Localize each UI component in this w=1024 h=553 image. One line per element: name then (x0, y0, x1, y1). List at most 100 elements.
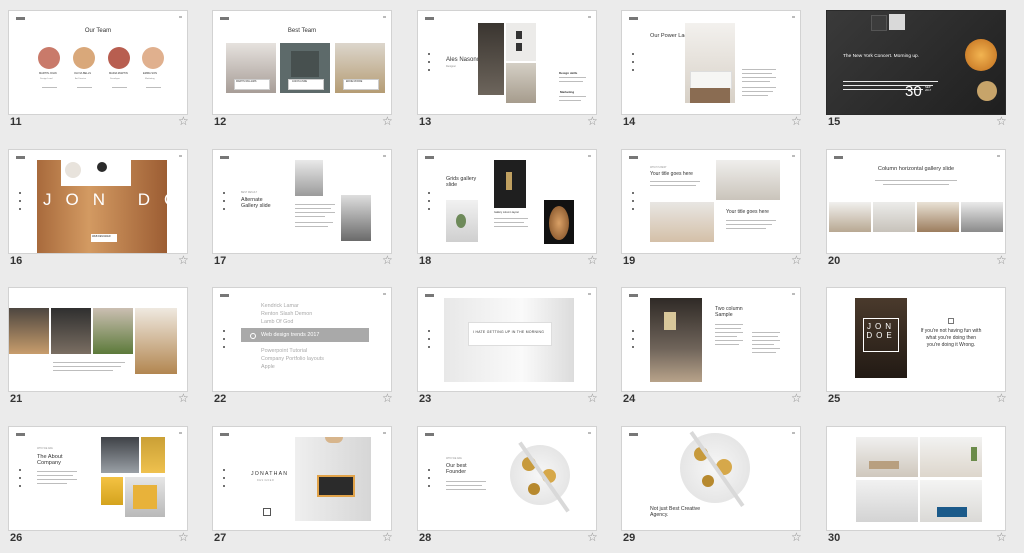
slide-23[interactable]: I HATE GETTING UP IN THE MORNING 23 ☆ (409, 277, 598, 405)
slide-kicker: WHAT IS BEST (650, 166, 667, 169)
slide-29[interactable]: Not just Best Creative Agency. 29 ☆ (613, 416, 802, 544)
caption: WEB DESIGNER (92, 235, 111, 238)
slide-title: Alternate Gallery slide (241, 197, 271, 210)
star-icon[interactable]: ☆ (178, 253, 189, 267)
label: Marketing (560, 90, 575, 94)
slide-21[interactable]: 21 ☆ (0, 277, 189, 405)
slide-12-thumbnail[interactable]: Best Team MARTIN WILLIAMS JASON LINDE ED… (212, 10, 392, 115)
caption: MARTIN WILLIAMS (236, 81, 257, 83)
slide-28[interactable]: WHO WE ARE Our best Founder 28 ☆ (409, 416, 598, 544)
slide-12[interactable]: Best Team MARTIN WILLIAMS JASON LINDE ED… (204, 0, 393, 128)
slide-13-thumbnail[interactable]: Ales Nasonov Designer Design skills Mark… (417, 10, 597, 115)
slide-24-thumbnail[interactable]: Two column Sample (621, 287, 801, 392)
slide-15[interactable]: The New York Concert. Morning up. 30 SEP… (818, 0, 1007, 128)
slide-30-thumbnail[interactable] (826, 426, 1006, 531)
slide-16-thumbnail[interactable]: JON DOE WEB DESIGNER (8, 149, 188, 254)
slide-26[interactable]: WHO WE ARE The About Company 26 ☆ (0, 416, 189, 544)
slide-number: 14 (623, 116, 636, 128)
slide-25-thumbnail[interactable]: JON DOE If you're not having fun with wh… (826, 287, 1006, 392)
slide-18[interactable]: Grids gallery slide Gallery column layou… (409, 139, 598, 267)
slide-26-thumbnail[interactable]: WHO WE ARE The About Company (8, 426, 188, 531)
label: Design skills (559, 71, 578, 75)
star-icon[interactable]: ☆ (791, 253, 802, 267)
slide-number: 15 (828, 116, 841, 128)
slide-11-thumbnail[interactable]: Our Team MARTIN JOHN OLIVIA BELLS MARIA … (8, 10, 188, 115)
slide-title: JON DOE (866, 322, 896, 341)
member-role: Marketing (145, 78, 155, 80)
slide-27-thumbnail[interactable]: JONATHAN DESIGNER (212, 426, 392, 531)
star-icon[interactable]: ☆ (996, 253, 1007, 267)
slide-number: 23 (419, 393, 432, 405)
star-icon[interactable]: ☆ (587, 530, 598, 544)
slide-number: 27 (214, 532, 227, 544)
member-role: Art Director (75, 78, 87, 80)
star-icon[interactable]: ☆ (996, 114, 1007, 128)
slide-subtitle: Designer (446, 65, 457, 68)
star-icon[interactable]: ☆ (791, 530, 802, 544)
star-icon[interactable]: ☆ (178, 530, 189, 544)
star-icon[interactable]: ☆ (178, 391, 189, 405)
quote: If you're not having fun with what you'r… (920, 328, 982, 348)
slide-number: 17 (214, 255, 227, 267)
slide-27[interactable]: JONATHAN DESIGNER 27 ☆ (204, 416, 393, 544)
slide-22-thumbnail[interactable]: Kendrick Lamar Renton Slash Demon Lamb O… (212, 287, 392, 392)
star-icon[interactable]: ☆ (791, 114, 802, 128)
slide-18-thumbnail[interactable]: Grids gallery slide Gallery column layou… (417, 149, 597, 254)
slide-number: 24 (623, 393, 636, 405)
slide-28-thumbnail[interactable]: WHO WE ARE Our best Founder (417, 426, 597, 531)
event-month: SEP 2017 (925, 85, 932, 93)
star-icon[interactable]: ☆ (996, 391, 1007, 405)
slide-19-thumbnail[interactable]: WHAT IS BEST Your title goes here Your t… (621, 149, 801, 254)
slide-11[interactable]: Our Team MARTIN JOHN OLIVIA BELLS MARIA … (0, 0, 189, 128)
slide-title: Column horizontal gallery slide (877, 166, 955, 172)
star-icon[interactable]: ☆ (587, 391, 598, 405)
slide-number: 25 (828, 393, 841, 405)
star-icon[interactable]: ☆ (587, 114, 598, 128)
slide-kicker: WHO WE ARE (37, 447, 53, 450)
slide-14-thumbnail[interactable]: Our Power Ladies (621, 10, 801, 115)
caption: JASON LINDE (292, 81, 308, 83)
slide-19[interactable]: WHAT IS BEST Your title goes here Your t… (613, 139, 802, 267)
slide-29-thumbnail[interactable]: Not just Best Creative Agency. (621, 426, 801, 531)
slide-30[interactable]: 30 ☆ (818, 416, 1007, 544)
star-icon[interactable]: ☆ (382, 114, 393, 128)
slide-title: The New York Concert. Morning up. (843, 54, 919, 59)
star-icon[interactable]: ☆ (587, 253, 598, 267)
star-icon[interactable]: ☆ (178, 114, 189, 128)
slide-number: 28 (419, 532, 432, 544)
quote: I HATE GETTING UP IN THE MORNING (473, 330, 545, 334)
slide-number: 29 (623, 532, 636, 544)
menu-item: Kendrick Lamar (261, 303, 299, 309)
event-day: 30 (905, 83, 922, 100)
slide-number: 20 (828, 255, 841, 267)
slide-16[interactable]: JON DOE WEB DESIGNER 16 ☆ (0, 139, 189, 267)
slide-title-2: Your title goes here (726, 209, 769, 215)
star-icon[interactable]: ☆ (382, 530, 393, 544)
slide-kicker: BEST RESULT (241, 191, 258, 194)
slide-15-thumbnail[interactable]: The New York Concert. Morning up. 30 SEP… (826, 10, 1006, 115)
star-icon[interactable]: ☆ (791, 391, 802, 405)
slide-number: 18 (419, 255, 432, 267)
star-icon[interactable]: ☆ (382, 391, 393, 405)
slide-number: 19 (623, 255, 636, 267)
slide-title: JON DOE (43, 190, 187, 209)
slide-13[interactable]: Ales Nasonov Designer Design skills Mark… (409, 0, 598, 128)
slide-20-thumbnail[interactable]: Column horizontal gallery slide (826, 149, 1006, 254)
slide-kicker: WHO WE ARE (446, 457, 462, 460)
slide-17-thumbnail[interactable]: BEST RESULT Alternate Gallery slide (212, 149, 392, 254)
menu-item: Lamb Of God (261, 319, 294, 325)
member-name: OLIVIA BELLS (74, 72, 92, 75)
star-icon[interactable]: ☆ (382, 253, 393, 267)
slide-20[interactable]: Column horizontal gallery slide 20 ☆ (818, 139, 1007, 267)
slide-14[interactable]: Our Power Ladies 14 ☆ (613, 0, 802, 128)
slide-title: Our best Founder (446, 463, 467, 476)
slide-25[interactable]: JON DOE If you're not having fun with wh… (818, 277, 1007, 405)
slide-title: Our Team (84, 28, 112, 34)
slide-23-thumbnail[interactable]: I HATE GETTING UP IN THE MORNING (417, 287, 597, 392)
slide-17[interactable]: BEST RESULT Alternate Gallery slide 17 ☆ (204, 139, 393, 267)
slide-number: 13 (419, 116, 432, 128)
slide-21-thumbnail[interactable] (8, 287, 188, 392)
star-icon[interactable]: ☆ (996, 530, 1007, 544)
slide-22[interactable]: Kendrick Lamar Renton Slash Demon Lamb O… (204, 277, 393, 405)
slide-24[interactable]: Two column Sample 24 ☆ (613, 277, 802, 405)
